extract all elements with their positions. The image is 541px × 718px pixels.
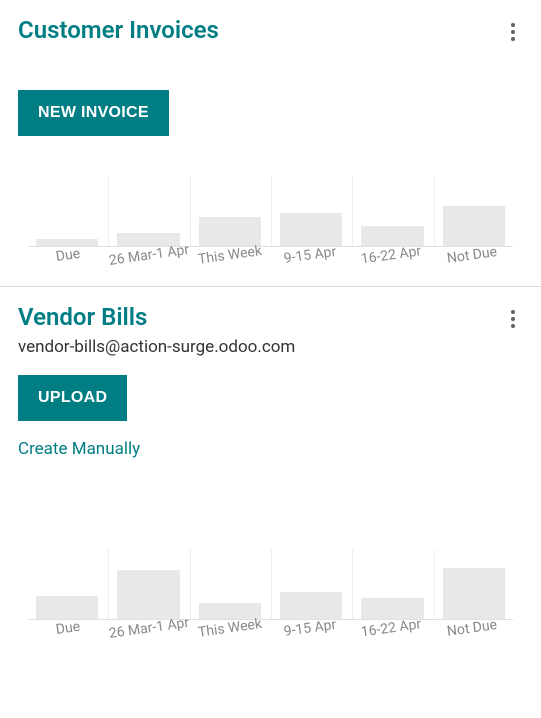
vendor-bills-title: Vendor Bills	[18, 303, 523, 331]
chart-bar	[190, 549, 269, 619]
vendor-bills-menu-icon[interactable]	[503, 307, 523, 331]
chart-bar	[434, 176, 513, 246]
vendor-bills-email: vendor-bills@action-surge.odoo.com	[18, 337, 523, 357]
customer-invoices-panel: Customer Invoices NEW INVOICE Due26 Mar-…	[0, 0, 541, 286]
vendor-bills-chart: Due26 Mar-1 AprThis Week9-15 Apr16-22 Ap…	[18, 549, 523, 659]
chart-bar	[108, 176, 187, 246]
chart-bar	[352, 176, 431, 246]
chart-bar	[271, 176, 350, 246]
customer-invoices-menu-icon[interactable]	[503, 20, 523, 44]
chart-bar	[108, 549, 187, 619]
customer-invoices-title: Customer Invoices	[18, 16, 523, 44]
chart-bar	[271, 549, 350, 619]
chart-bar	[434, 549, 513, 619]
chart-bar	[190, 176, 269, 246]
chart-bar	[28, 549, 106, 619]
chart-bar	[28, 176, 106, 246]
vendor-bills-panel: Vendor Bills vendor-bills@action-surge.o…	[0, 287, 541, 659]
upload-button[interactable]: UPLOAD	[18, 375, 127, 421]
create-manually-link[interactable]: Create Manually	[18, 439, 140, 459]
new-invoice-button[interactable]: NEW INVOICE	[18, 90, 169, 136]
customer-invoices-chart: Due26 Mar-1 AprThis Week9-15 Apr16-22 Ap…	[18, 176, 523, 286]
chart-bar	[352, 549, 431, 619]
